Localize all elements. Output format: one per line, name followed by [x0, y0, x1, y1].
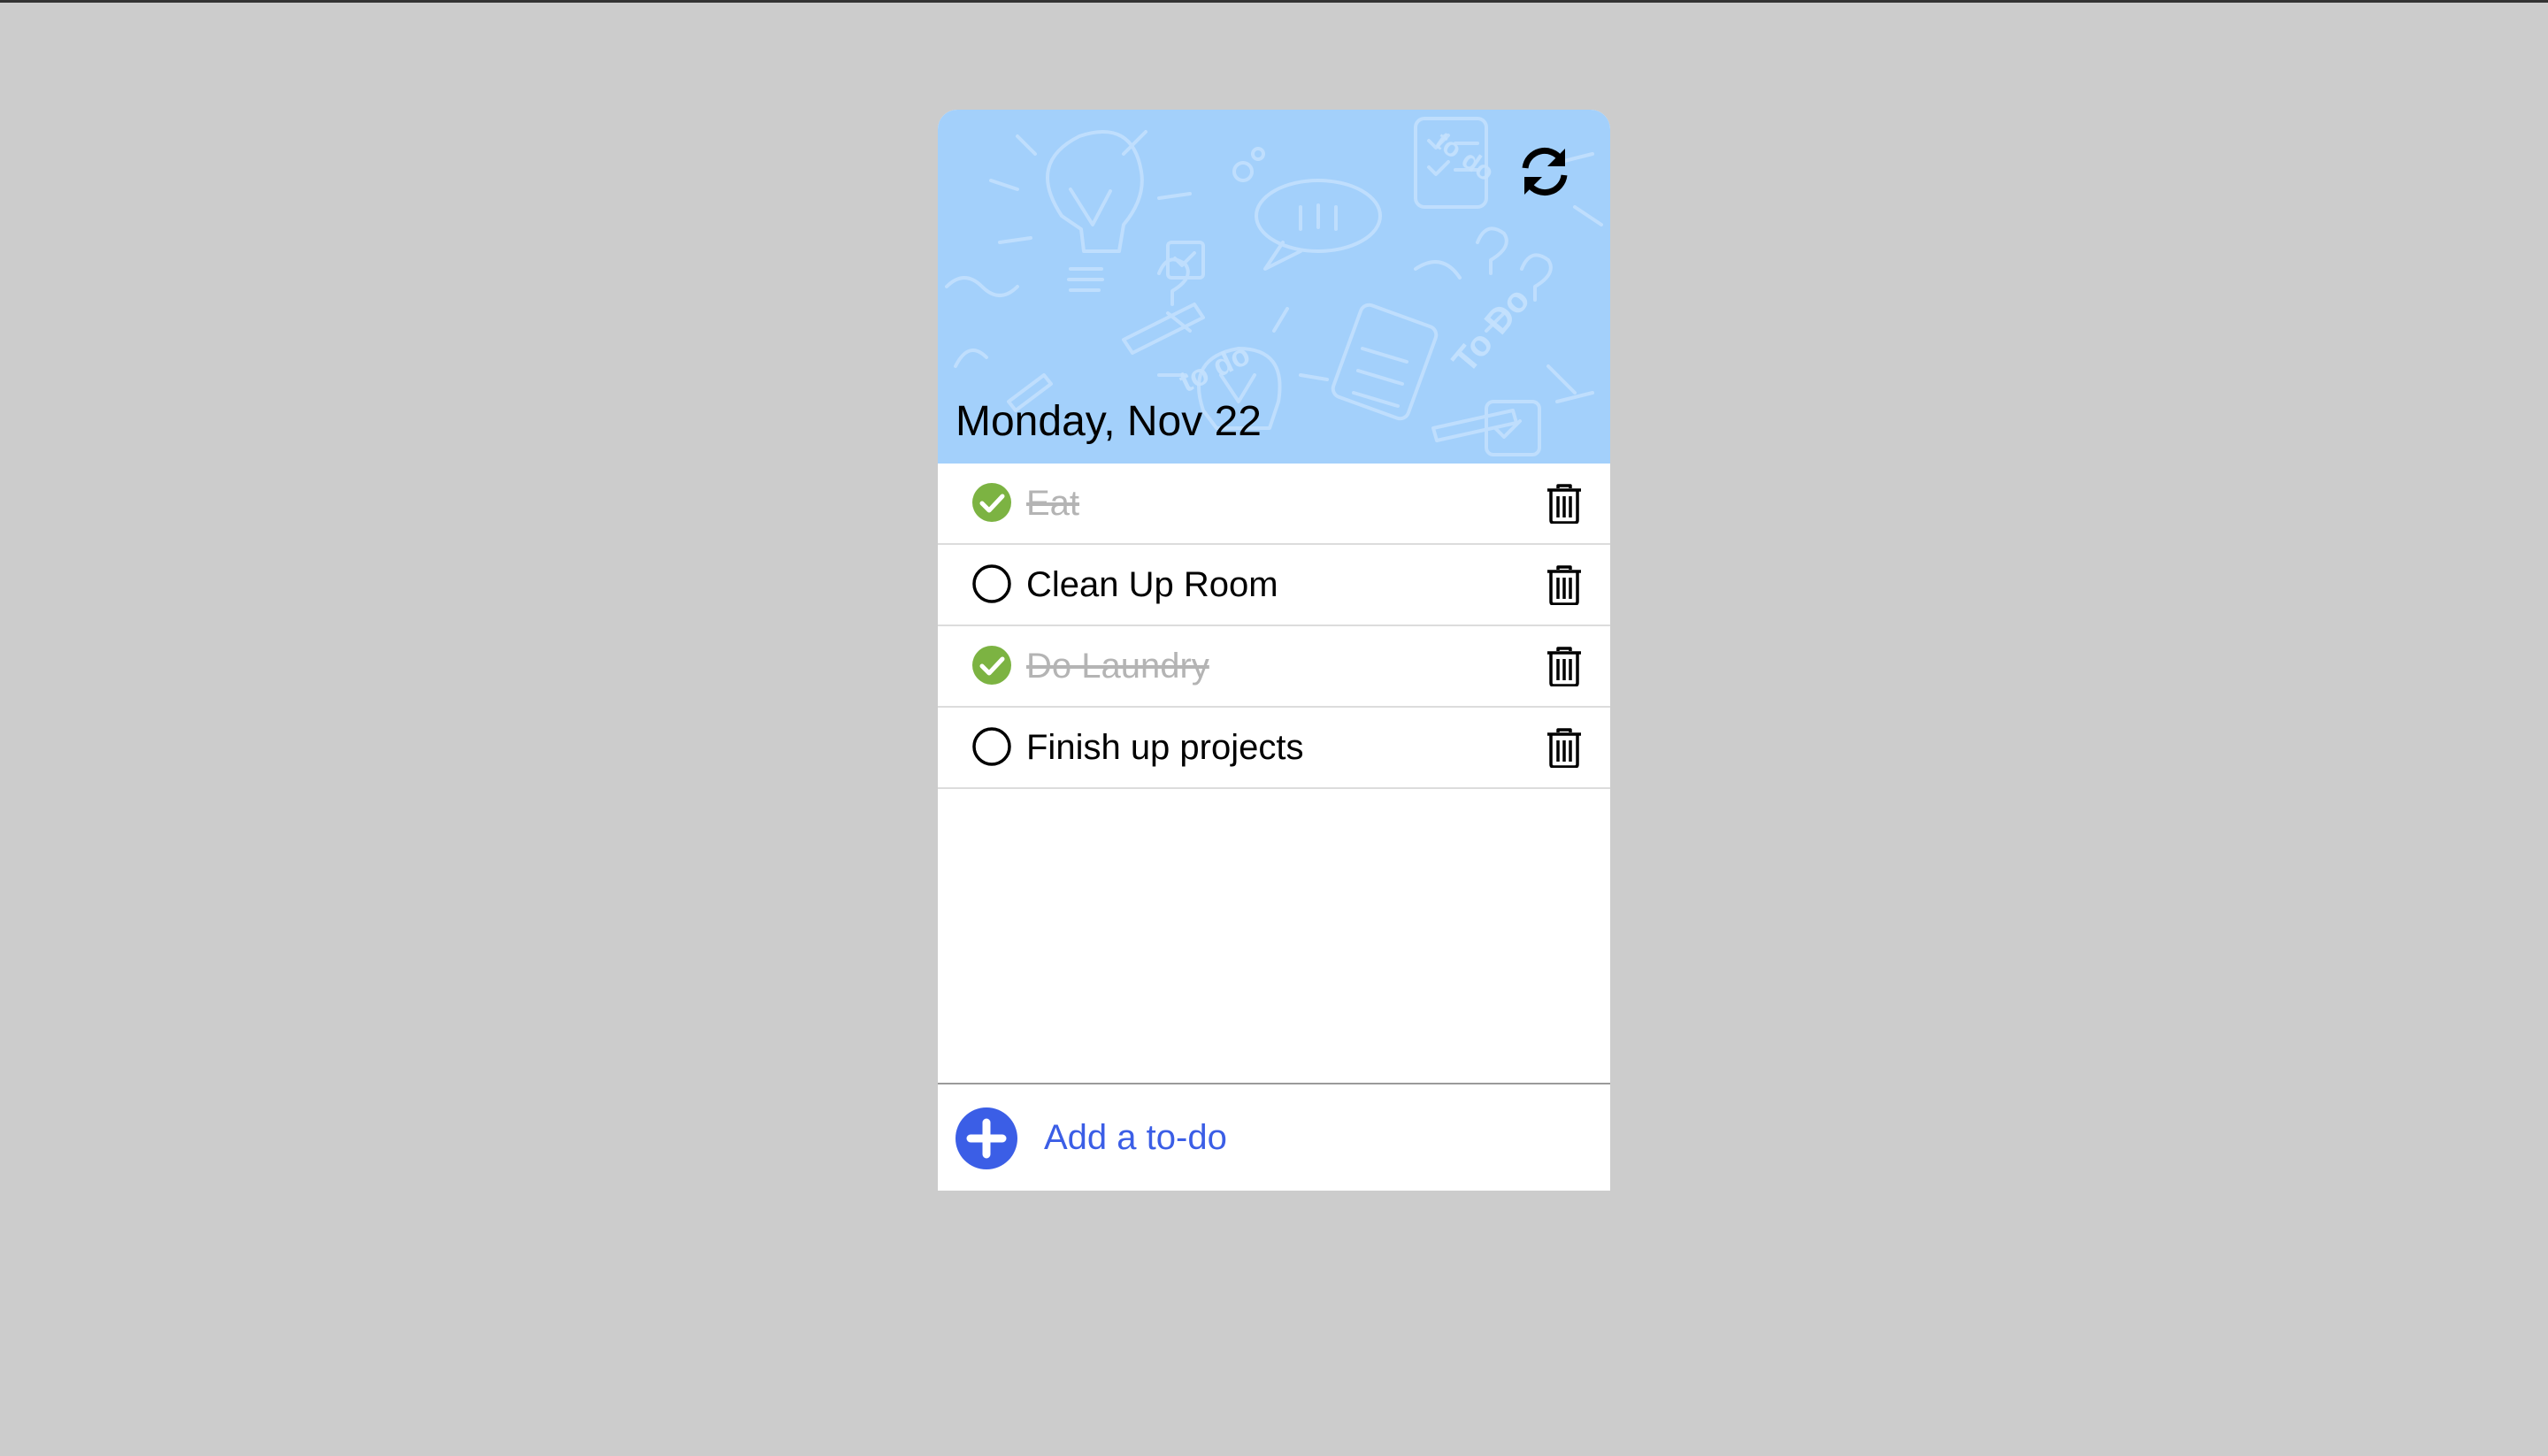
- doodle-text: To Do: [1445, 280, 1538, 380]
- doodle-text: to do: [1174, 338, 1255, 400]
- empty-circle-icon[interactable]: [971, 563, 1012, 604]
- add-todo-label[interactable]: Add a to-do: [1044, 1084, 1227, 1191]
- trash-icon[interactable]: [1545, 564, 1584, 605]
- trash-icon[interactable]: [1545, 483, 1584, 524]
- todo-item: Clean Up Room: [938, 545, 1610, 626]
- check-circle-icon[interactable]: [971, 482, 1012, 523]
- app-header: to do To Do to do Monday, Nov 22: [938, 110, 1610, 464]
- todo-label[interactable]: Do Laundry: [1026, 626, 1209, 706]
- todo-label[interactable]: Clean Up Room: [1026, 545, 1278, 625]
- todo-label[interactable]: Eat: [1026, 464, 1079, 543]
- page-title-date: Monday, Nov 22: [956, 398, 1262, 445]
- todo-item: Finish up projects: [938, 708, 1610, 789]
- refresh-icon[interactable]: [1518, 145, 1571, 198]
- plus-circle-icon[interactable]: [956, 1107, 1017, 1169]
- empty-circle-icon[interactable]: [971, 726, 1012, 767]
- trash-icon[interactable]: [1545, 646, 1584, 686]
- add-todo-button[interactable]: Add a to-do: [938, 1083, 1610, 1191]
- trash-icon[interactable]: [1545, 727, 1584, 768]
- todo-label[interactable]: Finish up projects: [1026, 708, 1303, 787]
- doodle-text: to do: [1430, 126, 1500, 188]
- todo-item: Do Laundry: [938, 626, 1610, 708]
- todo-list: Eat Clean Up Room Do Laundry Finish up p…: [938, 464, 1610, 1083]
- todo-item: Eat: [938, 464, 1610, 545]
- check-circle-icon[interactable]: [971, 645, 1012, 686]
- todo-app-card: to do To Do to do Monday, Nov 22 Eat Cle…: [938, 110, 1610, 1191]
- window-top-edge: [0, 0, 2548, 3]
